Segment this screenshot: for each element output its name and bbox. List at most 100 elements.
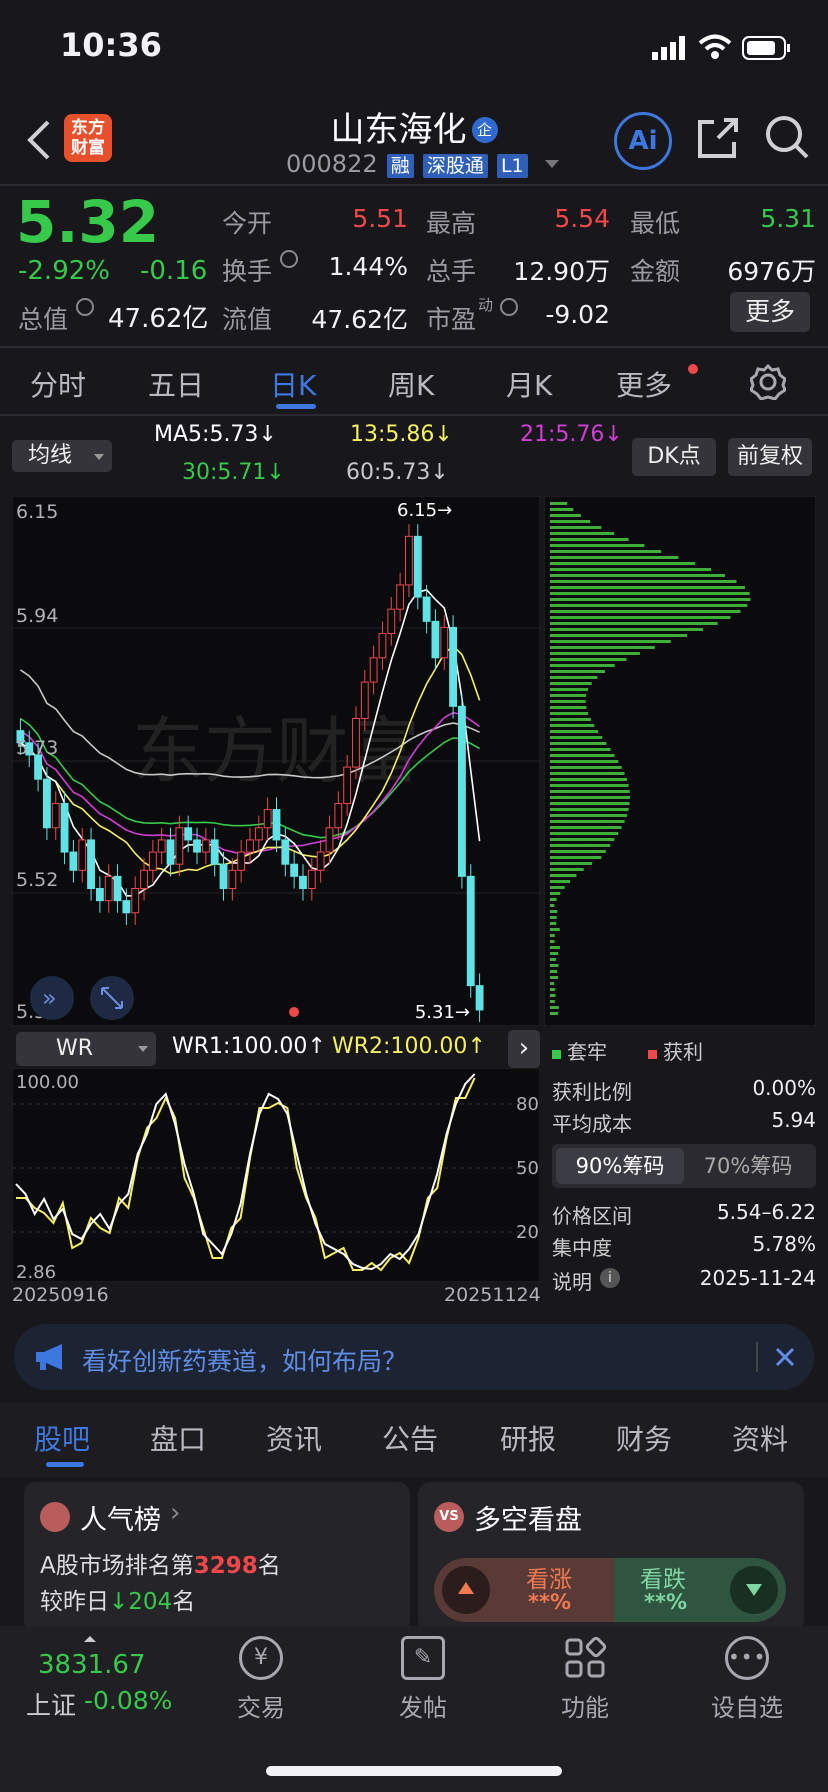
tab-profile[interactable]: 资料 xyxy=(732,1418,788,1458)
settings-gear-icon[interactable] xyxy=(750,364,786,400)
tab-weekly-k[interactable]: 周K xyxy=(388,364,434,404)
chip-bar xyxy=(550,550,661,553)
legend-trapped: 套牢 xyxy=(552,1036,607,1065)
chip-date: 2025-11-24 xyxy=(680,1266,816,1290)
info-icon[interactable]: i xyxy=(600,1268,620,1288)
chip-bar xyxy=(550,832,618,835)
chip-bar xyxy=(550,904,554,907)
candle xyxy=(467,876,474,985)
ma-selector[interactable]: 均线 xyxy=(12,440,112,472)
ma30-value: 30:5.71↓ xyxy=(182,460,285,485)
index-value: 3831.67 xyxy=(38,1650,146,1680)
share-icon[interactable] xyxy=(696,116,740,160)
tab-more[interactable]: 更多 xyxy=(616,364,672,404)
candle xyxy=(79,840,86,870)
popularity-title: 人气榜 xyxy=(80,1498,161,1537)
news-banner[interactable]: 看好创新药赛道，如何布局？ xyxy=(14,1324,814,1390)
candle xyxy=(273,810,280,840)
compare-line: 较昨日↓204名 xyxy=(40,1582,195,1616)
chevron-right-icon: › xyxy=(170,1498,180,1528)
float-value: 47.62亿 xyxy=(290,300,408,336)
info-icon[interactable] xyxy=(280,250,298,268)
chip-bar xyxy=(550,718,591,721)
volume-value: 12.90万 xyxy=(480,252,610,288)
chip-bar xyxy=(550,946,560,949)
sentiment-card[interactable]: VS 多空看盘 看涨 **% 看跌 **% xyxy=(418,1482,804,1632)
chip-bar xyxy=(550,808,629,811)
candle xyxy=(370,658,377,682)
dropdown-icon[interactable] xyxy=(545,160,559,168)
tab-finance[interactable]: 财务 xyxy=(616,1418,672,1458)
popularity-card[interactable]: 人气榜 › A股市场排名第3298名 较昨日↓204名 xyxy=(24,1482,410,1632)
chip-bar xyxy=(550,940,554,943)
tab-daily-k[interactable]: 日K xyxy=(270,364,316,404)
bull-button[interactable]: 看涨 **% xyxy=(434,1558,614,1622)
chip-bar xyxy=(550,982,554,985)
divider xyxy=(0,414,828,416)
total-value: 47.62亿 xyxy=(108,298,208,335)
stock-code-row[interactable]: 000822 融 深股通 L1 xyxy=(286,150,559,178)
search-icon[interactable] xyxy=(764,114,810,160)
chip-bar xyxy=(550,802,630,805)
expand-indicator-button[interactable]: › xyxy=(508,1030,540,1068)
chip-bar xyxy=(550,838,614,841)
open-label: 今开 xyxy=(222,204,272,240)
avg-cost-label: 平均成本 xyxy=(552,1108,632,1137)
tab-guba[interactable]: 股吧 xyxy=(34,1418,90,1458)
tab-90-chips[interactable]: 90%筹码 xyxy=(556,1148,684,1184)
current-price: 5.32 xyxy=(16,188,159,256)
nav-add-watchlist[interactable]: ••• 设自选 xyxy=(682,1636,812,1723)
tab-five-day[interactable]: 五日 xyxy=(148,364,204,404)
bear-button[interactable]: 看跌 **% xyxy=(614,1558,786,1622)
pe-sup: 动 xyxy=(478,294,493,315)
event-dot[interactable] xyxy=(289,1007,299,1017)
close-icon[interactable] xyxy=(772,1344,798,1370)
date-end: 20251124 xyxy=(444,1284,541,1306)
chip-bar xyxy=(550,814,627,817)
chip-bar xyxy=(550,652,640,655)
arrow-down-icon xyxy=(730,1566,778,1614)
candle xyxy=(132,889,139,913)
nav-trade[interactable]: ¥ 交易 xyxy=(196,1636,326,1723)
more-button[interactable]: 更多 xyxy=(730,292,810,332)
candle xyxy=(423,597,430,621)
kline-chart[interactable]: 东方财富 6.15 5.94 5.73 5.52 5.31 6.15→ 5.31… xyxy=(12,496,540,1026)
candle xyxy=(326,828,333,852)
chip-bar xyxy=(550,1006,559,1009)
chip-bar xyxy=(550,598,750,601)
info-icon[interactable] xyxy=(500,298,518,316)
wr-selector-label: WR xyxy=(56,1036,93,1061)
chip-bar xyxy=(550,856,601,859)
chip-bar xyxy=(550,562,695,565)
chip-bar xyxy=(550,580,737,583)
tab-monthly-k[interactable]: 月K xyxy=(506,364,552,404)
adjust-button[interactable]: 前复权 xyxy=(728,438,812,476)
price-label-4: 5.52 xyxy=(16,869,58,891)
wr-chart[interactable]: 100.00 2.86 80 50 20 xyxy=(12,1068,540,1282)
wr-selector[interactable]: WR xyxy=(16,1032,156,1066)
tab-intraday[interactable]: 分时 xyxy=(30,364,86,404)
tab-70-chips[interactable]: 70%筹码 xyxy=(684,1148,812,1184)
tab-news[interactable]: 资讯 xyxy=(266,1418,322,1458)
chip-bar xyxy=(550,1000,555,1003)
nav-post[interactable]: ✎ 发帖 xyxy=(358,1636,488,1723)
bull-label: 看涨 xyxy=(526,1560,572,1594)
chip-bar xyxy=(550,754,615,757)
tab-research[interactable]: 研报 xyxy=(500,1418,556,1458)
nav-functions[interactable]: 功能 xyxy=(520,1636,650,1723)
tab-market[interactable]: 盘口 xyxy=(150,1418,206,1458)
dk-point-button[interactable]: DK点 xyxy=(632,438,716,476)
price-label-2: 5.94 xyxy=(16,605,58,627)
note-label: 说明 xyxy=(552,1266,592,1295)
chip-bar xyxy=(550,628,703,631)
chip-bar xyxy=(550,820,625,823)
candle xyxy=(335,804,342,828)
chip-bar xyxy=(550,850,606,853)
index-widget[interactable]: 3831.67 上证 -0.08% xyxy=(20,1636,190,1736)
chip-bar xyxy=(550,910,557,913)
info-icon[interactable] xyxy=(76,298,94,316)
ai-button[interactable]: Ai xyxy=(614,112,672,170)
tab-announcements[interactable]: 公告 xyxy=(382,1418,438,1458)
chip-bar xyxy=(550,526,601,529)
date-start: 20250916 xyxy=(12,1284,109,1306)
